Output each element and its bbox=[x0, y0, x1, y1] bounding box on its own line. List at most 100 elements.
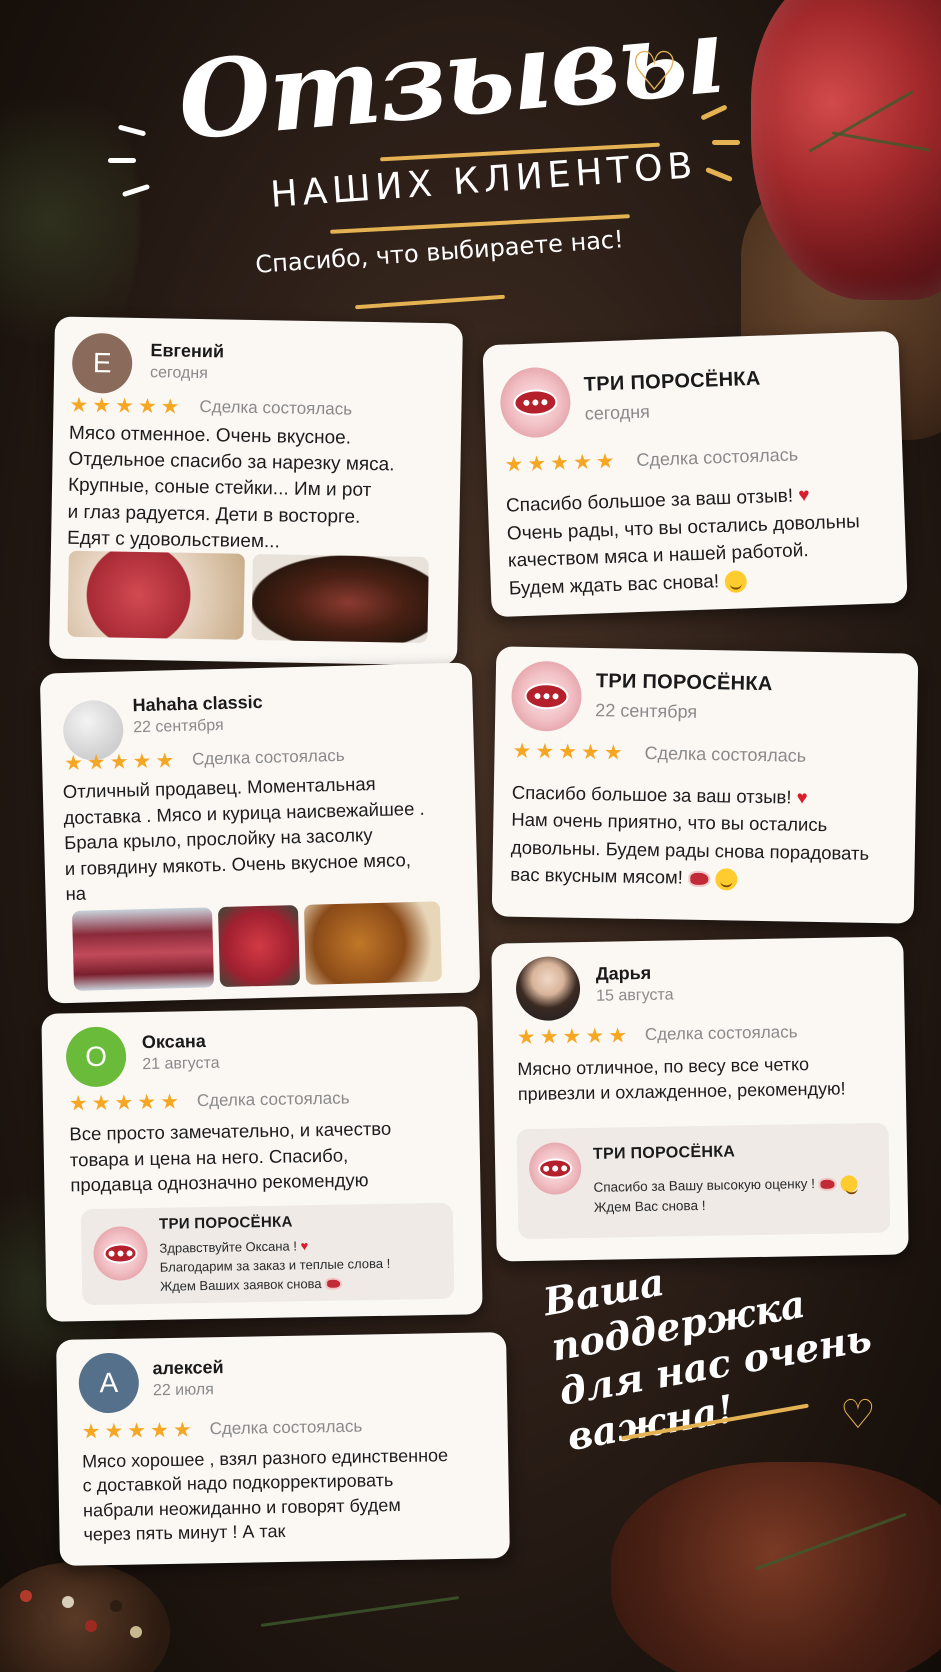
review-photo[interactable] bbox=[217, 905, 300, 988]
reviewer-name: Дарья bbox=[595, 962, 652, 984]
star-icon: ★ bbox=[69, 393, 89, 418]
peppercorn bbox=[62, 1596, 74, 1608]
decor-ray bbox=[108, 158, 136, 163]
seller-name: ТРИ ПОРОСЁНКА bbox=[583, 367, 761, 396]
star-icon: ★ bbox=[572, 450, 593, 475]
star-icon: ★ bbox=[114, 394, 135, 418]
star-icon: ★ bbox=[114, 1091, 134, 1115]
reviewer-name: Оксана bbox=[141, 1030, 206, 1053]
star-icon: ★ bbox=[137, 394, 157, 419]
review-date: 22 июля bbox=[152, 1381, 214, 1400]
star-icon: ★ bbox=[595, 449, 616, 474]
star-icon: ★ bbox=[81, 1420, 101, 1444]
star-icon: ★ bbox=[562, 1025, 582, 1049]
star-icon: ★ bbox=[580, 740, 601, 765]
star-icon: ★ bbox=[549, 451, 570, 476]
star-icon: ★ bbox=[558, 740, 578, 764]
star-icon: ★ bbox=[512, 739, 532, 763]
star-icon: ★ bbox=[160, 395, 180, 419]
review-date: 22 сентября bbox=[132, 716, 224, 737]
review-text: Отличный продавец. Моментальная доставка … bbox=[62, 772, 425, 905]
reply-text: Спасибо большое за ваш отзыв! ♥ Нам очен… bbox=[510, 779, 912, 895]
page-title: Отзывы bbox=[173, 0, 728, 164]
deal-status: Сделка состоялась bbox=[196, 1088, 350, 1111]
rating-stars: ★ ★ ★ ★ ★ bbox=[63, 749, 175, 776]
seller-logo-icon bbox=[499, 366, 572, 439]
deal-status: Сделка состоялась bbox=[209, 1416, 363, 1439]
seller-name: ТРИ ПОРОСЁНКА bbox=[158, 1213, 293, 1233]
star-icon: ★ bbox=[109, 750, 129, 774]
red-heart-icon: ♥ bbox=[796, 786, 808, 808]
heart-icon: ♡ bbox=[840, 1392, 876, 1438]
peppercorn bbox=[85, 1620, 97, 1632]
thanks-text: Спасибо, что выбираете нас! bbox=[254, 225, 625, 279]
avatar bbox=[515, 956, 581, 1022]
seller-reply-card: ТРИ ПОРОСЁНКА сегодня ★ ★ ★ ★ ★ Сделка состо… bbox=[482, 330, 908, 618]
smile-emoji-icon bbox=[723, 569, 747, 593]
star-icon: ★ bbox=[132, 749, 152, 774]
decor-ray bbox=[705, 166, 733, 183]
kiss-emoji-icon bbox=[840, 1175, 858, 1193]
steak-emoji-icon bbox=[687, 870, 711, 888]
peppercorn bbox=[130, 1626, 142, 1638]
star-icon: ★ bbox=[149, 1418, 170, 1443]
review-card: Е Евгений сегодня ★ ★ ★ ★ ★ Сделка состоялас… bbox=[49, 316, 463, 666]
rating-stars: ★ ★ ★ ★ ★ bbox=[81, 1418, 192, 1444]
avatar: А bbox=[78, 1352, 140, 1414]
deal-status: Сделка состоялась bbox=[644, 1022, 798, 1044]
reviewer-name: Hahaha classic bbox=[132, 691, 263, 716]
rating-stars: ★ ★ ★ ★ ★ bbox=[516, 1024, 628, 1050]
gold-underline bbox=[355, 294, 505, 310]
seller-name: ТРИ ПОРОСЁНКА bbox=[592, 1143, 736, 1163]
star-icon: ★ bbox=[607, 1024, 628, 1048]
review-text: Мясо отменное. Очень вкусное. Отдельное с… bbox=[66, 422, 395, 553]
star-icon: ★ bbox=[526, 452, 547, 476]
review-photo[interactable] bbox=[303, 901, 442, 985]
peppercorn bbox=[110, 1600, 122, 1612]
deal-status: Сделка состоялась bbox=[199, 397, 353, 419]
rosemary-sprig bbox=[260, 1596, 460, 1627]
red-heart-icon: ♥ bbox=[300, 1238, 309, 1254]
review-date: 15 августа bbox=[596, 986, 674, 1005]
star-icon: ★ bbox=[127, 1419, 147, 1443]
star-icon: ★ bbox=[160, 1090, 180, 1114]
review-photo[interactable] bbox=[67, 550, 245, 640]
star-icon: ★ bbox=[104, 1419, 124, 1444]
review-text: Мясо хорошее , взял разного единственное… bbox=[82, 1445, 449, 1545]
decor-ray bbox=[712, 140, 740, 145]
reply-text: Спасибо большое за ваш отзыв! ♥ Очень ра… bbox=[505, 485, 861, 600]
reply-text: Здравствуйте Оксана ! ♥ Благодарим за за… bbox=[159, 1238, 391, 1294]
seller-reply-box: ТРИ ПОРОСЁНКА Здравствуйте Оксана ! ♥ Бл… bbox=[80, 1202, 455, 1306]
reply-date: 22 сентября bbox=[595, 700, 698, 722]
review-card: Hahaha classic 22 сентября ★ ★ ★ ★ ★ Сделка … bbox=[39, 662, 481, 1004]
seller-reply-box: ТРИ ПОРОСЁНКА Спасибо за Вашу высокую оц… bbox=[516, 1122, 891, 1240]
star-icon: ★ bbox=[535, 740, 555, 764]
seller-logo-icon bbox=[528, 1142, 582, 1195]
review-date: 21 августа bbox=[142, 1054, 220, 1074]
review-card: А алексей 22 июля ★ ★ ★ ★ ★ Сделка состоялас… bbox=[56, 1332, 510, 1566]
review-card: Дарья 15 августа ★ ★ ★ ★ ★ Сделка состоялась… bbox=[491, 936, 909, 1262]
avatar: О bbox=[65, 1026, 127, 1088]
peppercorn bbox=[40, 1610, 52, 1622]
steak-emoji-icon bbox=[325, 1277, 343, 1291]
star-icon: ★ bbox=[63, 751, 84, 776]
star-icon: ★ bbox=[603, 741, 623, 765]
star-icon: ★ bbox=[504, 452, 524, 477]
seller-logo-icon bbox=[510, 660, 583, 732]
review-photo[interactable] bbox=[251, 553, 429, 644]
steak-emoji-icon bbox=[818, 1177, 837, 1191]
rating-stars: ★ ★ ★ ★ ★ bbox=[504, 449, 616, 477]
star-icon: ★ bbox=[91, 1091, 111, 1115]
star-icon: ★ bbox=[155, 749, 175, 773]
reviews-poster: Отзывы ♡ НАШИХ КЛИЕНТОВ Спасибо, что выб… bbox=[0, 0, 941, 1672]
seller-name: ТРИ ПОРОСЁНКА bbox=[595, 670, 773, 696]
avatar: Е bbox=[71, 332, 133, 394]
star-icon: ★ bbox=[516, 1025, 536, 1050]
star-icon: ★ bbox=[86, 751, 107, 775]
star-icon: ★ bbox=[172, 1418, 192, 1442]
peppercorn bbox=[20, 1590, 32, 1602]
review-photo[interactable] bbox=[71, 907, 215, 991]
deal-status: Сделка состоялась bbox=[636, 444, 799, 471]
review-text: Все просто замечательно, и качество товар… bbox=[69, 1117, 392, 1196]
deal-status: Сделка состоялась bbox=[191, 745, 345, 769]
